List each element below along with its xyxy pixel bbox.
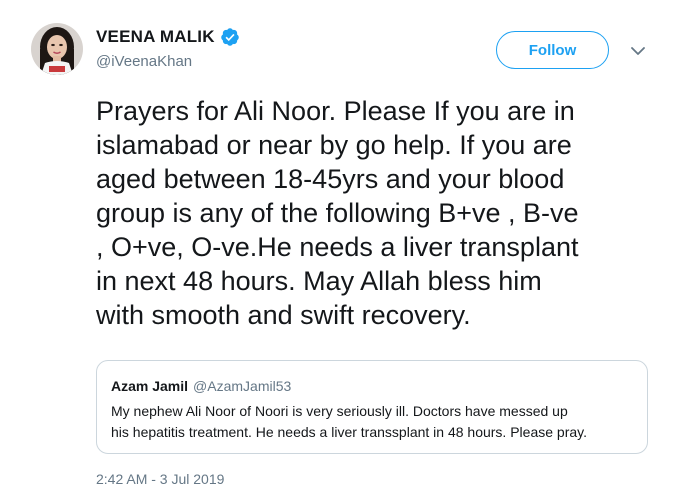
tweet-text-line: aged between 18-45yrs and your blood [96, 164, 565, 194]
chevron-down-icon[interactable] [627, 40, 649, 62]
follow-button[interactable]: Follow [496, 31, 609, 69]
author-row: VEENA MALIK [96, 26, 240, 48]
tweet-text-line: group is any of the following B+ve , B-v… [96, 198, 579, 228]
tweet-timestamp[interactable]: 2:42 AM - 3 Jul 2019 [96, 471, 224, 487]
quoted-author-name: Azam Jamil [111, 378, 189, 394]
avatar-image [31, 23, 83, 75]
quoted-tweet-header: Azam Jamil @AzamJamil53 [111, 378, 291, 394]
verified-badge-icon [220, 28, 239, 46]
display-name[interactable]: VEENA MALIK [96, 27, 215, 47]
tweet-text-line: , O+ve, O-ve.He needs a liver transplant [96, 232, 579, 262]
quoted-tweet-text: My nephew Ali Noor of Noori is very seri… [111, 401, 641, 443]
quoted-text-line: My nephew Ali Noor of Noori is very seri… [111, 403, 568, 419]
quoted-tweet-card[interactable]: Azam Jamil @AzamJamil53 My nephew Ali No… [96, 360, 648, 454]
tweet-text: Prayers for Ali Noor. Please If you are … [96, 94, 666, 332]
tweet-card: VEENA MALIK @iVeenaKhan Follow Prayers f… [0, 0, 685, 500]
tweet-text-line: islamabad or near by go help. If you are [96, 130, 572, 160]
quoted-author-handle: @AzamJamil53 [193, 378, 292, 394]
tweet-text-line: with smooth and swift recovery. [96, 300, 471, 330]
tweet-text-line: Prayers for Ali Noor. Please If you are … [96, 96, 575, 126]
avatar[interactable] [31, 23, 83, 75]
quoted-text-line: his hepatitis treatment. He needs a live… [111, 424, 587, 440]
tweet-text-line: in next 48 hours. May Allah bless him [96, 266, 542, 296]
author-handle[interactable]: @iVeenaKhan [96, 53, 192, 70]
